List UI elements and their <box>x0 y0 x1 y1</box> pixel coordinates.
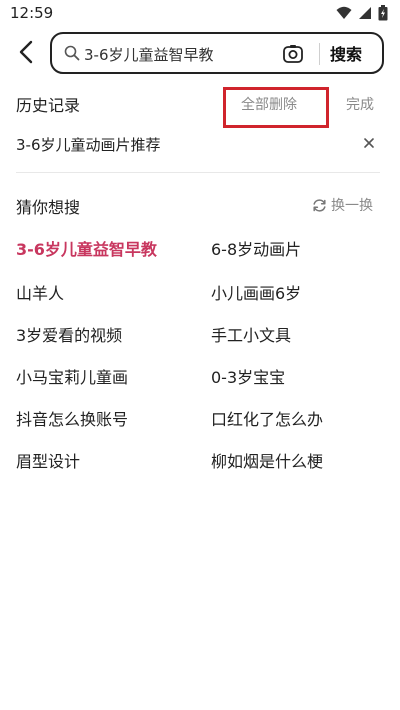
search-input[interactable] <box>84 42 284 66</box>
signal-icon <box>359 7 371 19</box>
guess-item[interactable]: 眉型设计 <box>16 448 80 472</box>
history-header: 历史记录 全部删除 完成 <box>0 87 400 128</box>
guess-item[interactable]: 3-6岁儿童益智早教 <box>16 236 157 260</box>
history-title: 历史记录 <box>16 96 81 115</box>
search-bar-row: 搜索 <box>0 30 400 76</box>
refresh-label: 换一换 <box>331 198 373 214</box>
search-box[interactable]: 搜索 <box>50 32 384 74</box>
search-icon <box>64 45 80 61</box>
refresh-button[interactable]: 换一换 <box>312 195 373 215</box>
guess-header: 猜你想搜 换一换 <box>0 192 400 222</box>
search-button[interactable]: 搜索 <box>330 41 362 65</box>
section-divider <box>16 172 380 173</box>
guess-item[interactable]: 口红化了怎么办 <box>211 406 323 430</box>
back-button[interactable] <box>14 38 38 66</box>
status-icons <box>336 5 388 21</box>
status-bar: 12:59 <box>0 0 400 28</box>
guess-item[interactable]: 柳如烟是什么梗 <box>211 448 323 472</box>
refresh-icon <box>313 198 326 212</box>
guess-item[interactable]: 小儿画画6岁 <box>211 280 301 304</box>
guess-item[interactable]: 抖音怎么换账号 <box>16 406 128 430</box>
scan-icon[interactable] <box>282 43 304 65</box>
back-icon <box>19 40 33 64</box>
guess-item[interactable]: 手工小文具 <box>211 322 291 346</box>
delete-all-button[interactable]: 全部删除 <box>241 94 297 114</box>
guess-item[interactable]: 小马宝莉儿童画 <box>16 364 128 388</box>
guess-item[interactable]: 0-3岁宝宝 <box>211 364 285 388</box>
guess-title: 猜你想搜 <box>16 198 81 217</box>
history-item-text[interactable]: 3-6岁儿童动画片推荐 <box>16 134 161 155</box>
guess-item[interactable]: 6-8岁动画片 <box>211 236 301 260</box>
status-time: 12:59 <box>10 4 54 22</box>
close-icon[interactable] <box>362 136 376 150</box>
guess-item[interactable]: 3岁爱看的视频 <box>16 322 122 346</box>
wifi-icon <box>336 6 352 19</box>
search-divider <box>319 43 320 65</box>
guess-item[interactable]: 山羊人 <box>16 280 64 304</box>
done-button[interactable]: 完成 <box>346 94 374 114</box>
battery-icon <box>378 5 388 21</box>
history-item[interactable]: 3-6岁儿童动画片推荐 <box>0 130 400 160</box>
